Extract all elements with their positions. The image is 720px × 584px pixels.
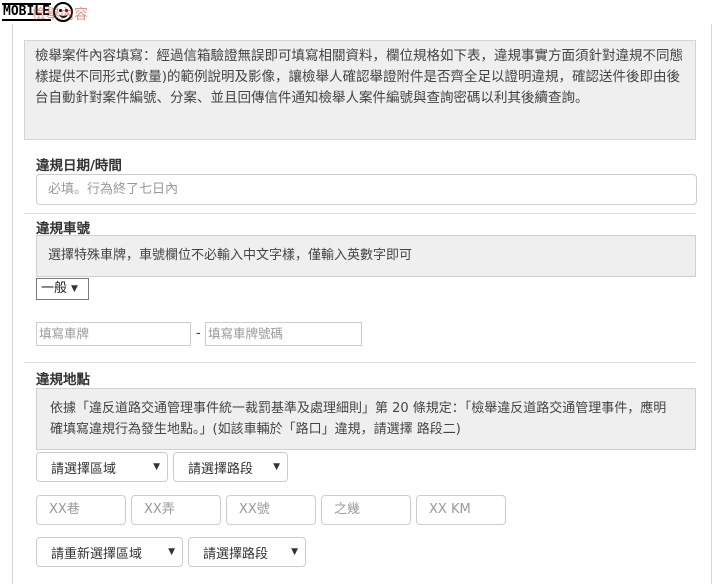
district-select-value: 請選擇區域 [51, 461, 117, 477]
plate-label: 違規車號 [36, 221, 90, 237]
chevron-down-icon: ▼ [273, 462, 280, 472]
plate-prefix-input[interactable]: 填寫車牌 [36, 322, 191, 346]
km-input[interactable]: XX KM [416, 495, 506, 525]
road-select[interactable]: 請選擇路段 ▼ [173, 452, 288, 482]
datetime-label: 違規日期/時間 [36, 158, 122, 174]
house-number-input[interactable]: XX號 [226, 495, 316, 525]
instructions-notice: 檢舉案件內容填寫：經過信箱驗證無誤即可填寫相關資料，欄位規格如下表，違規事實方面… [24, 40, 696, 140]
district-select[interactable]: 請選擇區域 ▼ [36, 452, 168, 482]
chevron-down-icon: ▼ [168, 547, 175, 557]
road-select-value: 請選擇路段 [188, 461, 254, 477]
alley-input[interactable]: XX弄 [131, 495, 221, 525]
plate-number-input[interactable]: 填寫車牌號碼 [205, 322, 362, 346]
road-reselect-value: 請選擇路段 [203, 546, 269, 562]
plate-hint: 選擇特殊車牌，車號欄位不必輸入中文字樣，僅輸入英數字即可 [36, 235, 696, 277]
road-reselect[interactable]: 請選擇路段 ▼ [188, 537, 306, 567]
district-reselect[interactable]: 請重新選擇區域 ▼ [36, 537, 183, 567]
sub-number-input[interactable]: 之幾 [321, 495, 411, 525]
datetime-input[interactable]: 必填。行為終了七日內 [36, 174, 697, 205]
chevron-down-icon: ▼ [153, 462, 160, 472]
lane-input[interactable]: XX巷 [36, 495, 126, 525]
chevron-down-icon: ▼ [71, 284, 78, 294]
section-divider [24, 213, 696, 214]
plate-separator: - [196, 326, 201, 341]
chevron-down-icon: ▼ [291, 547, 298, 557]
district-reselect-value: 請重新選擇區域 [51, 546, 143, 562]
section-title: 檢舉內容 [32, 7, 88, 23]
section-divider [24, 362, 696, 363]
location-label: 違規地點 [36, 372, 90, 388]
plate-type-select[interactable]: 一般 ▼ [36, 278, 89, 300]
plate-type-value: 一般 [41, 281, 68, 296]
location-hint: 依據「違反道路交通管理事件統一裁罰基準及處理細則」第 20 條規定：「檢舉違反道… [36, 388, 696, 450]
